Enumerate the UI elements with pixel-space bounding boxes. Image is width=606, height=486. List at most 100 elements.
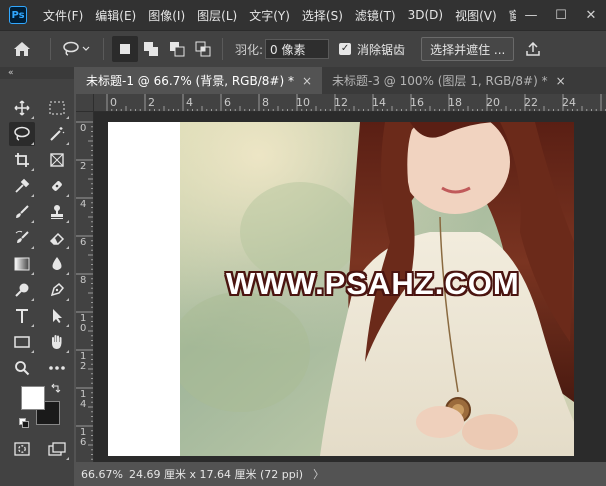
menu-select[interactable]: 选择(S)	[296, 7, 349, 24]
new-selection-button[interactable]	[112, 36, 138, 62]
v-tick-label: 4	[80, 199, 87, 210]
eraser-tool[interactable]	[44, 226, 70, 250]
feather-input[interactable]	[265, 39, 330, 59]
window-controls: — ☐ ✕	[516, 0, 606, 30]
zoom-tool[interactable]	[9, 356, 35, 380]
menu-image[interactable]: 图像(I)	[142, 7, 191, 24]
minimize-button[interactable]: —	[516, 0, 546, 30]
path-selection-tool[interactable]	[44, 304, 70, 328]
maximize-button[interactable]: ☐	[546, 0, 576, 30]
hand-tool[interactable]	[44, 330, 70, 354]
tools-panel	[0, 79, 74, 486]
share-button[interactable]	[520, 36, 546, 62]
brush-tool[interactable]	[9, 200, 35, 224]
magic-wand-icon	[50, 127, 65, 141]
tab-close-icon[interactable]: ×	[556, 74, 566, 88]
brush-icon	[16, 205, 29, 218]
menu-3d[interactable]: 3D(D)	[402, 8, 449, 22]
h-tick-label: 22	[524, 96, 538, 109]
frame-icon	[50, 153, 64, 167]
home-button[interactable]	[0, 36, 44, 62]
tab-close-icon[interactable]: ×	[302, 74, 312, 88]
vertical-ruler[interactable]: 0 2 4 6 8 10 12 14 16	[76, 112, 94, 462]
close-button[interactable]: ✕	[576, 0, 606, 30]
zoom-level[interactable]: 66.67%	[81, 468, 127, 481]
tab-document-3[interactable]: 未标题-3 @ 100% (图层 1, RGB/8#) * ×	[322, 67, 576, 94]
ruler-origin[interactable]	[76, 94, 94, 112]
eraser-icon	[49, 232, 65, 245]
crop-icon	[15, 153, 29, 167]
tab-title: 未标题-1 @ 66.7% (背景, RGB/8#) *	[86, 74, 294, 88]
document-canvas[interactable]: WWW.PSAHZ.COM	[108, 122, 574, 456]
move-tool[interactable]	[9, 96, 35, 120]
antialias-checkbox[interactable]: ✓	[339, 43, 352, 55]
more-tools-button[interactable]	[44, 356, 70, 380]
options-bar: 羽化: ✓ 消除锯齿 选择并遮住 ...	[0, 30, 606, 67]
history-brush-tool[interactable]	[9, 226, 35, 250]
rectangle-tool[interactable]	[9, 330, 35, 354]
h-tick-label: 16	[410, 96, 424, 109]
healing-brush-tool[interactable]	[44, 174, 70, 198]
v-tick-label: 10	[80, 313, 87, 334]
toolbar-collapse-toggle[interactable]: «	[0, 67, 74, 79]
menu-bar: Ps 文件(F) 编辑(E) 图像(I) 图层(L) 文字(Y) 选择(S) 滤…	[0, 0, 606, 30]
pen-icon	[50, 282, 65, 297]
pen-tool[interactable]	[44, 278, 70, 302]
v-tick-label: 0	[80, 123, 87, 134]
screen-mode-icon	[48, 442, 66, 456]
quick-mask-icon	[14, 442, 30, 456]
document-size: 24.69 厘米 x 17.64 厘米 (72 ppi)	[129, 468, 304, 481]
menu-filter[interactable]: 滤镜(T)	[349, 7, 402, 24]
default-colors-icon	[19, 418, 29, 428]
h-tick-label: 2	[148, 96, 155, 109]
gradient-tool[interactable]	[9, 252, 35, 276]
hand-icon	[52, 335, 62, 349]
lasso-icon	[14, 126, 30, 141]
v-tick-label: 14	[80, 389, 87, 410]
add-selection-icon	[144, 42, 158, 56]
magic-wand-tool[interactable]	[44, 122, 70, 146]
select-and-mask-button[interactable]: 选择并遮住 ...	[421, 37, 515, 61]
marquee-icon	[49, 101, 65, 115]
quick-mask-button[interactable]	[9, 437, 35, 461]
blur-tool[interactable]	[44, 252, 70, 276]
drop-icon	[52, 257, 62, 270]
separator	[50, 38, 51, 60]
swap-colors-button[interactable]	[50, 382, 62, 394]
type-icon	[16, 309, 28, 323]
clone-stamp-tool[interactable]	[44, 200, 70, 224]
add-to-selection-button[interactable]	[138, 36, 164, 62]
h-tick-label: 8	[262, 96, 269, 109]
gradient-icon	[14, 257, 30, 271]
menu-edit[interactable]: 编辑(E)	[89, 7, 142, 24]
frame-tool[interactable]	[44, 148, 70, 172]
tab-title: 未标题-3 @ 100% (图层 1, RGB/8#) *	[332, 74, 548, 88]
subtract-selection-icon	[170, 42, 185, 57]
marquee-tool[interactable]	[44, 96, 70, 120]
foreground-color-swatch[interactable]	[21, 386, 45, 410]
tab-document-1[interactable]: 未标题-1 @ 66.7% (背景, RGB/8#) * ×	[76, 67, 323, 94]
lasso-tool[interactable]	[9, 122, 35, 146]
dodge-tool[interactable]	[9, 278, 35, 302]
crop-tool[interactable]	[9, 148, 35, 172]
intersect-selection-button[interactable]	[190, 36, 216, 62]
photoshop-logo-icon: Ps	[9, 6, 27, 24]
h-tick-label: 6	[224, 96, 231, 109]
status-menu-arrow-icon[interactable]: 〉	[313, 466, 324, 482]
move-icon	[14, 100, 30, 116]
menu-layer[interactable]: 图层(L)	[191, 7, 243, 24]
h-tick-label: 12	[334, 96, 348, 109]
lasso-preset-picker[interactable]	[57, 36, 97, 62]
default-colors-button[interactable]	[18, 417, 30, 429]
screen-mode-button[interactable]	[44, 437, 70, 461]
type-tool[interactable]	[9, 304, 35, 328]
menu-file[interactable]: 文件(F)	[37, 7, 89, 24]
menu-type[interactable]: 文字(Y)	[243, 7, 296, 24]
eyedropper-tool[interactable]	[9, 174, 35, 198]
menu-view[interactable]: 视图(V)	[449, 7, 503, 24]
rectangle-icon	[14, 336, 30, 348]
subtract-selection-button[interactable]	[164, 36, 190, 62]
v-tick-label: 2	[80, 161, 87, 172]
share-icon	[526, 42, 541, 56]
horizontal-ruler[interactable]: 0 2 4 6 8 10 12 14 16 18 20 22 24	[94, 94, 606, 112]
